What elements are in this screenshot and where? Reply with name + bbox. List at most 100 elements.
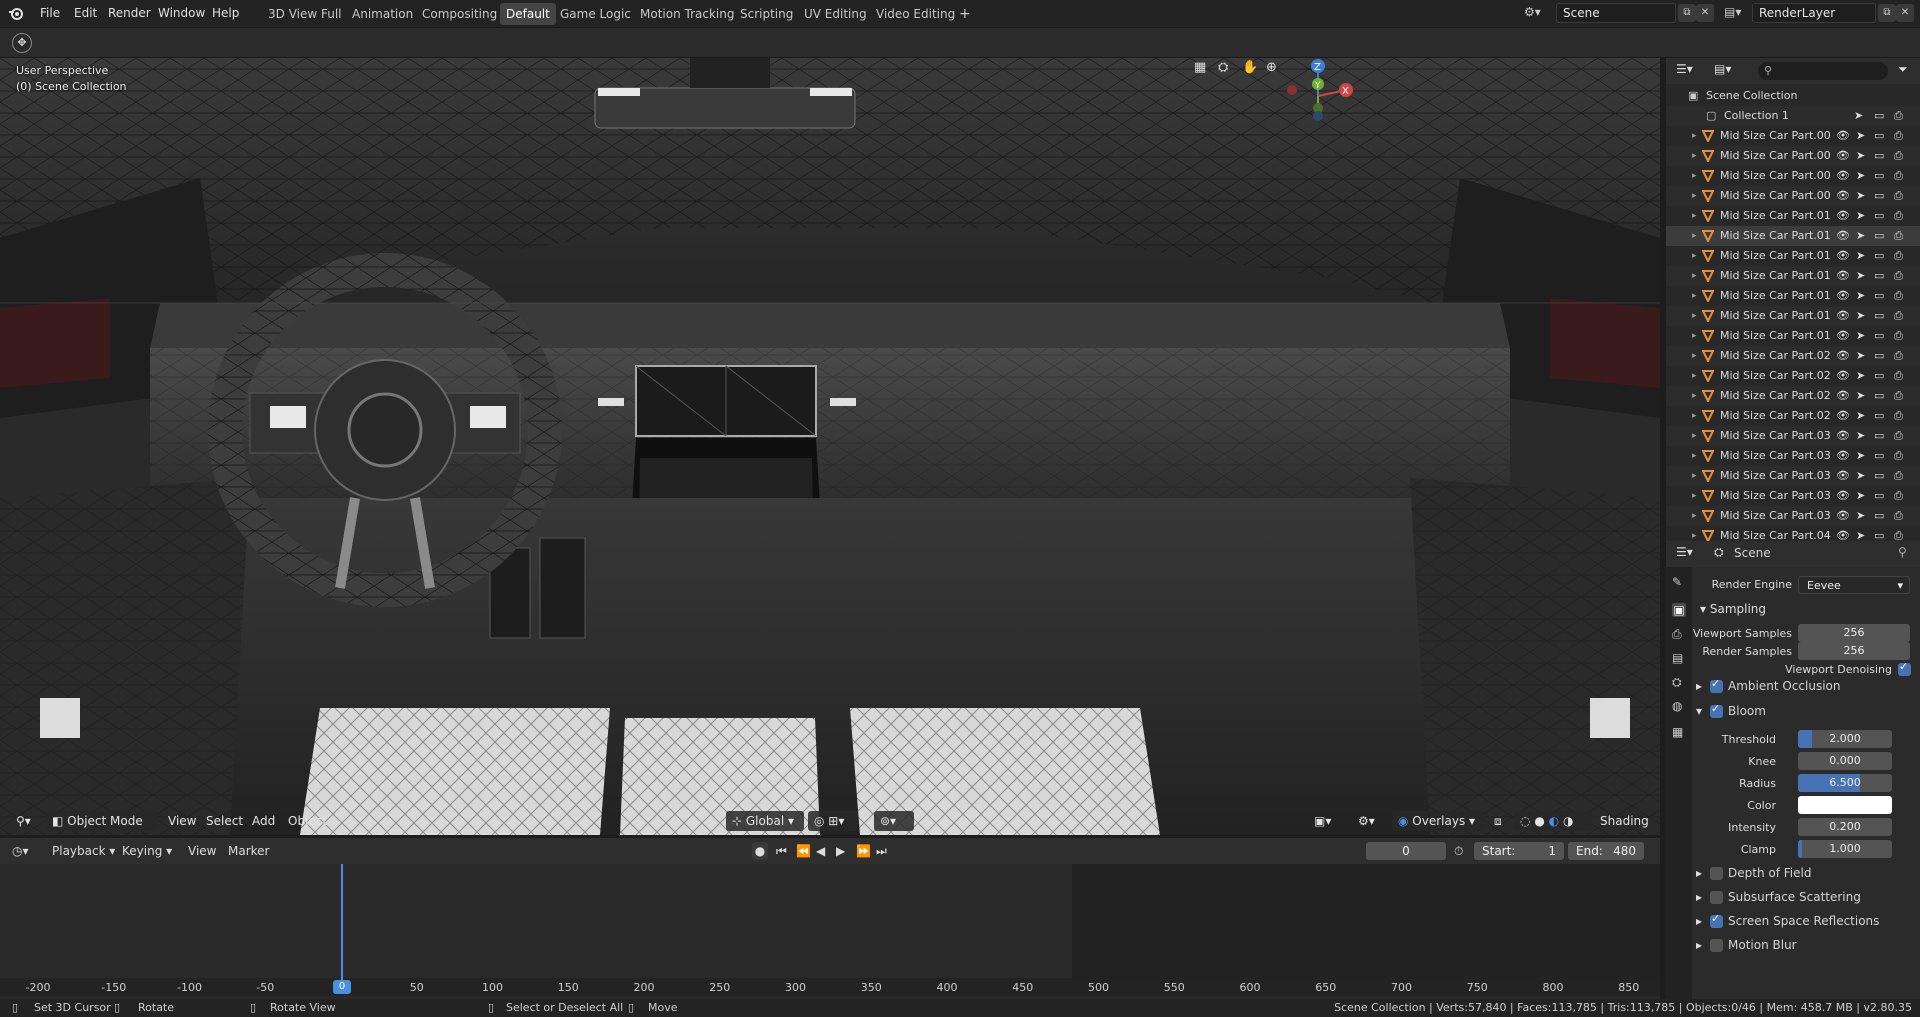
- end-frame-field[interactable]: End: 480: [1568, 842, 1644, 860]
- play-reverse-icon[interactable]: ◀: [816, 842, 825, 860]
- tab-animation[interactable]: Animation: [346, 3, 419, 25]
- viewport-toggle-icon[interactable]: ▭: [1874, 466, 1884, 486]
- outliner-object-row[interactable]: ▸ Mid Size Car Part.03 👁 ➤ ▭ ⎙: [1666, 466, 1920, 486]
- menu-select[interactable]: Select: [200, 811, 249, 831]
- add-workspace-button[interactable]: +: [953, 3, 977, 25]
- select-toggle-icon[interactable]: ➤: [1856, 386, 1865, 406]
- render-toggle-icon[interactable]: ⎙: [1894, 486, 1903, 506]
- outliner-object-row[interactable]: ▸ Mid Size Car Part.01 👁 ➤ ▭ ⎙: [1666, 206, 1920, 226]
- select-toggle-icon[interactable]: ➤: [1856, 146, 1865, 166]
- expand-arrow-icon[interactable]: ▸: [1692, 466, 1697, 486]
- timeline-editor[interactable]: ◷▾ Playback ▾ Keying ▾ View Marker ● ⏮ ⏪…: [0, 838, 1660, 1000]
- expand-arrow-icon[interactable]: ▸: [1692, 226, 1697, 246]
- pan-hand-icon[interactable]: ✋: [1242, 60, 1262, 80]
- output-tab-icon[interactable]: ⎙: [1672, 627, 1686, 641]
- tab-3d-view-full[interactable]: 3D View Full: [262, 3, 348, 25]
- scene-name-field[interactable]: Scene: [1556, 3, 1676, 23]
- outliner-object-row[interactable]: ▸ Mid Size Car Part.00 👁 ➤ ▭ ⎙: [1666, 186, 1920, 206]
- visibility-eye-icon[interactable]: 👁: [1836, 446, 1850, 466]
- dof-checkbox[interactable]: [1710, 867, 1723, 880]
- jump-keyframe-back-icon[interactable]: ⏪: [796, 842, 811, 860]
- expand-arrow-icon[interactable]: ▸: [1692, 426, 1697, 446]
- material-shading-icon[interactable]: ◐: [1549, 814, 1559, 828]
- outliner-object-row[interactable]: ▸ Mid Size Car Part.03 👁 ➤ ▭ ⎙: [1666, 506, 1920, 526]
- outliner-object-row[interactable]: ▸ Mid Size Car Part.04 👁 ➤ ▭ ⎙: [1666, 526, 1920, 541]
- outliner-object-row[interactable]: ▸ Mid Size Car Part.01 👁 ➤ ▭ ⎙: [1666, 286, 1920, 306]
- outliner-object-row[interactable]: ▸ Mid Size Car Part.02 👁 ➤ ▭ ⎙: [1666, 366, 1920, 386]
- visibility-eye-icon[interactable]: 👁: [1836, 226, 1850, 246]
- filter-icon[interactable]: ⏷: [1898, 62, 1908, 77]
- outliner-object-row[interactable]: ▸ Mid Size Car Part.02 👁 ➤ ▭ ⎙: [1666, 406, 1920, 426]
- visibility-eye-icon[interactable]: 👁: [1836, 386, 1850, 406]
- outliner-object-row[interactable]: ▸ Mid Size Car Part.03 👁 ➤ ▭ ⎙: [1666, 486, 1920, 506]
- viewport-toggle-icon[interactable]: ▭: [1874, 146, 1884, 166]
- viewport-toggle-icon[interactable]: ▭: [1874, 506, 1884, 526]
- color-swatch[interactable]: [1798, 796, 1892, 814]
- visibility-eye-icon[interactable]: 👁: [1836, 366, 1850, 386]
- viewport-toggle-icon[interactable]: ▭: [1874, 486, 1884, 506]
- scene-icon[interactable]: ⚙▾: [1524, 5, 1552, 23]
- outliner-object-row[interactable]: ▸ Mid Size Car Part.02 👁 ➤ ▭ ⎙: [1666, 386, 1920, 406]
- render-toggle-icon[interactable]: ⎙: [1894, 286, 1903, 306]
- properties-editor[interactable]: ☰▾ ⛭ Scene ⚲ ✎ ▣ ⎙ ▤ ⛭ ◍ ▦ Render Engine…: [1666, 541, 1920, 999]
- camera-icon[interactable]: ⛭: [1218, 60, 1238, 80]
- outliner[interactable]: ☰▾ ▤▾ ⚲ ⏷ ▣ Scene Collection ▢ Collection 1…: [1666, 58, 1920, 541]
- world-tab-icon[interactable]: ◍: [1672, 699, 1686, 713]
- radius-field[interactable]: 6.500: [1798, 774, 1892, 792]
- select-toggle-icon[interactable]: ➤: [1856, 486, 1865, 506]
- threshold-field[interactable]: 2.000: [1798, 730, 1892, 748]
- outliner-object-row[interactable]: ▸ Mid Size Car Part.01 👁 ➤ ▭ ⎙: [1666, 246, 1920, 266]
- menu-keying[interactable]: Keying ▾: [122, 842, 172, 860]
- expand-arrow-icon[interactable]: ▸: [1692, 326, 1697, 346]
- xray-toggle-icon[interactable]: ⧈: [1488, 811, 1508, 831]
- viewport-toggle-icon[interactable]: ▭: [1874, 166, 1884, 186]
- pin-icon[interactable]: ⚲: [1898, 545, 1907, 559]
- rendered-shading-icon[interactable]: ◑: [1563, 814, 1573, 828]
- knee-field[interactable]: 0.000: [1798, 752, 1892, 770]
- expand-arrow-icon[interactable]: ▸: [1692, 366, 1697, 386]
- outliner-object-row[interactable]: ▸ Mid Size Car Part.02 👁 ➤ ▭ ⎙: [1666, 346, 1920, 366]
- current-frame-field[interactable]: 0: [1366, 842, 1446, 860]
- select-toggle-icon[interactable]: ➤: [1856, 246, 1865, 266]
- viewport-toggle-icon[interactable]: ▭: [1874, 346, 1884, 366]
- visibility-eye-icon[interactable]: 👁: [1836, 126, 1850, 146]
- render-toggle-icon[interactable]: ⎙: [1894, 186, 1903, 206]
- expand-arrow-icon[interactable]: ▸: [1692, 306, 1697, 326]
- menu-add[interactable]: Add: [246, 811, 281, 831]
- jump-end-icon[interactable]: ⏭: [876, 842, 887, 860]
- timeline-editor-type-icon[interactable]: ◷▾: [12, 842, 29, 860]
- select-toggle-icon[interactable]: ➤: [1856, 466, 1865, 486]
- outliner-object-row[interactable]: ▸ Mid Size Car Part.01 👁 ➤ ▭ ⎙: [1666, 326, 1920, 346]
- select-toggle-icon[interactable]: ➤: [1856, 266, 1865, 286]
- select-toggle-icon[interactable]: ➤: [1856, 286, 1865, 306]
- outliner-object-row[interactable]: ▸ Mid Size Car Part.01 👁 ➤ ▭ ⎙: [1666, 266, 1920, 286]
- render-toggle-icon[interactable]: ⎙: [1894, 266, 1903, 286]
- new-view-layer-button[interactable]: ⧉: [1878, 4, 1896, 22]
- expand-arrow-icon[interactable]: ▸: [1692, 126, 1697, 146]
- playhead-line[interactable]: [341, 864, 343, 986]
- new-scene-button[interactable]: ⧉: [1678, 4, 1696, 22]
- expand-arrow-icon[interactable]: ▸: [1692, 346, 1697, 366]
- menu-playback[interactable]: Playback ▾: [52, 842, 115, 860]
- viewport-samples-field[interactable]: 256: [1798, 624, 1910, 642]
- jump-keyframe-forward-icon[interactable]: ⏩: [856, 842, 871, 860]
- select-toggle-icon[interactable]: ➤: [1856, 426, 1865, 446]
- render-toggle-icon[interactable]: ⎙: [1894, 526, 1903, 541]
- visibility-eye-icon[interactable]: 👁: [1836, 286, 1850, 306]
- visibility-eye-icon[interactable]: 👁: [1836, 146, 1850, 166]
- expand-arrow-icon[interactable]: ▸: [1692, 266, 1697, 286]
- expand-arrow-icon[interactable]: ▸: [1692, 386, 1697, 406]
- render-toggle-icon[interactable]: ⎙: [1894, 426, 1903, 446]
- bloom-checkbox[interactable]: [1710, 702, 1723, 718]
- tab-uv-editing[interactable]: UV Editing: [798, 3, 873, 25]
- visibility-eye-icon[interactable]: 👁: [1836, 506, 1850, 526]
- render-toggle-icon[interactable]: ⎙: [1894, 366, 1903, 386]
- view-layer-field[interactable]: RenderLayer: [1752, 3, 1876, 23]
- editor-type-icon[interactable]: ⚲▾: [10, 811, 37, 831]
- viewport-toggle-icon[interactable]: ▭: [1874, 406, 1884, 426]
- viewport-toggle-icon[interactable]: ▭: [1874, 446, 1884, 466]
- viewport-toggle-icon[interactable]: ▭: [1874, 266, 1884, 286]
- menu-window[interactable]: Window: [158, 6, 205, 20]
- outliner-collection[interactable]: ▢ Collection 1 ➤ ▭ ⎙: [1666, 106, 1920, 126]
- view-layer-tab-icon[interactable]: ▤: [1672, 651, 1686, 665]
